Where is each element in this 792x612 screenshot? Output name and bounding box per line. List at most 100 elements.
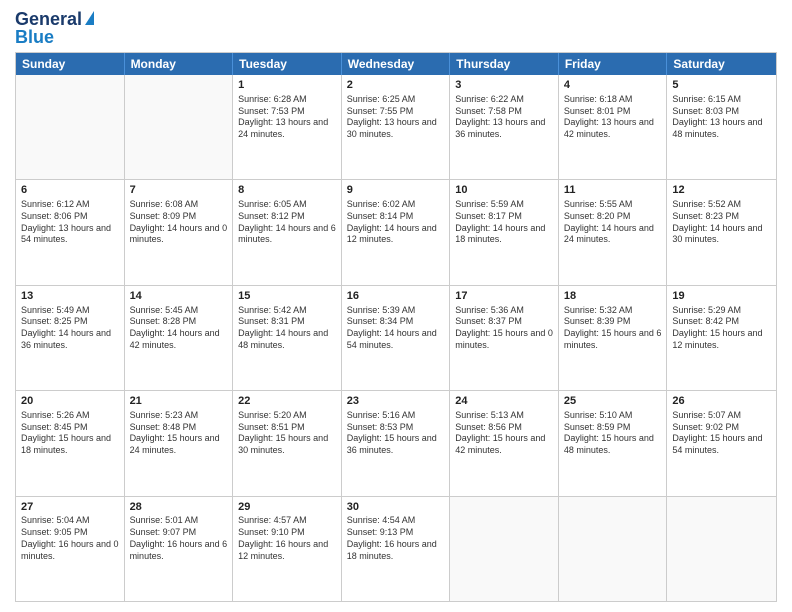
calendar-cell: 4Sunrise: 6:18 AM Sunset: 8:01 PM Daylig… [559,75,668,179]
day-info: Sunrise: 5:23 AM Sunset: 8:48 PM Dayligh… [130,410,228,457]
calendar-cell: 8Sunrise: 6:05 AM Sunset: 8:12 PM Daylig… [233,180,342,284]
day-number: 23 [347,394,445,409]
calendar-cell: 19Sunrise: 5:29 AM Sunset: 8:42 PM Dayli… [667,286,776,390]
calendar-cell: 10Sunrise: 5:59 AM Sunset: 8:17 PM Dayli… [450,180,559,284]
day-number: 27 [21,500,119,515]
day-number: 20 [21,394,119,409]
logo-triangle-icon [85,11,94,25]
calendar-cell: 27Sunrise: 5:04 AM Sunset: 9:05 PM Dayli… [16,497,125,601]
calendar-cell: 20Sunrise: 5:26 AM Sunset: 8:45 PM Dayli… [16,391,125,495]
day-info: Sunrise: 6:08 AM Sunset: 8:09 PM Dayligh… [130,199,228,246]
day-info: Sunrise: 5:07 AM Sunset: 9:02 PM Dayligh… [672,410,771,457]
calendar-cell: 30Sunrise: 4:54 AM Sunset: 9:13 PM Dayli… [342,497,451,601]
calendar-body: 1Sunrise: 6:28 AM Sunset: 7:53 PM Daylig… [16,75,776,601]
calendar-cell: 24Sunrise: 5:13 AM Sunset: 8:56 PM Dayli… [450,391,559,495]
calendar-cell: 28Sunrise: 5:01 AM Sunset: 9:07 PM Dayli… [125,497,234,601]
day-number: 13 [21,289,119,304]
calendar-cell: 21Sunrise: 5:23 AM Sunset: 8:48 PM Dayli… [125,391,234,495]
day-header-sunday: Sunday [16,53,125,75]
day-number: 18 [564,289,662,304]
day-number: 24 [455,394,553,409]
calendar-cell: 17Sunrise: 5:36 AM Sunset: 8:37 PM Dayli… [450,286,559,390]
day-info: Sunrise: 5:26 AM Sunset: 8:45 PM Dayligh… [21,410,119,457]
calendar-cell: 23Sunrise: 5:16 AM Sunset: 8:53 PM Dayli… [342,391,451,495]
calendar-cell: 14Sunrise: 5:45 AM Sunset: 8:28 PM Dayli… [125,286,234,390]
calendar-cell [450,497,559,601]
logo-blue: Blue [15,28,54,46]
calendar-cell: 12Sunrise: 5:52 AM Sunset: 8:23 PM Dayli… [667,180,776,284]
day-number: 25 [564,394,662,409]
day-info: Sunrise: 6:28 AM Sunset: 7:53 PM Dayligh… [238,94,336,141]
calendar-week-3: 13Sunrise: 5:49 AM Sunset: 8:25 PM Dayli… [16,286,776,391]
calendar-cell [559,497,668,601]
calendar-cell [667,497,776,601]
day-number: 1 [238,78,336,93]
day-info: Sunrise: 5:10 AM Sunset: 8:59 PM Dayligh… [564,410,662,457]
day-number: 4 [564,78,662,93]
calendar-cell: 7Sunrise: 6:08 AM Sunset: 8:09 PM Daylig… [125,180,234,284]
day-info: Sunrise: 5:52 AM Sunset: 8:23 PM Dayligh… [672,199,771,246]
day-header-tuesday: Tuesday [233,53,342,75]
day-info: Sunrise: 5:29 AM Sunset: 8:42 PM Dayligh… [672,305,771,352]
day-info: Sunrise: 6:25 AM Sunset: 7:55 PM Dayligh… [347,94,445,141]
day-number: 10 [455,183,553,198]
calendar-cell: 5Sunrise: 6:15 AM Sunset: 8:03 PM Daylig… [667,75,776,179]
calendar-cell: 13Sunrise: 5:49 AM Sunset: 8:25 PM Dayli… [16,286,125,390]
calendar-cell: 16Sunrise: 5:39 AM Sunset: 8:34 PM Dayli… [342,286,451,390]
calendar-cell: 1Sunrise: 6:28 AM Sunset: 7:53 PM Daylig… [233,75,342,179]
day-header-wednesday: Wednesday [342,53,451,75]
day-info: Sunrise: 5:13 AM Sunset: 8:56 PM Dayligh… [455,410,553,457]
day-number: 21 [130,394,228,409]
day-info: Sunrise: 6:05 AM Sunset: 8:12 PM Dayligh… [238,199,336,246]
calendar-cell: 2Sunrise: 6:25 AM Sunset: 7:55 PM Daylig… [342,75,451,179]
day-number: 3 [455,78,553,93]
day-number: 12 [672,183,771,198]
calendar-cell: 18Sunrise: 5:32 AM Sunset: 8:39 PM Dayli… [559,286,668,390]
day-number: 6 [21,183,119,198]
calendar-cell: 22Sunrise: 5:20 AM Sunset: 8:51 PM Dayli… [233,391,342,495]
day-info: Sunrise: 5:42 AM Sunset: 8:31 PM Dayligh… [238,305,336,352]
day-info: Sunrise: 5:32 AM Sunset: 8:39 PM Dayligh… [564,305,662,352]
day-header-monday: Monday [125,53,234,75]
calendar-cell: 6Sunrise: 6:12 AM Sunset: 8:06 PM Daylig… [16,180,125,284]
day-info: Sunrise: 6:18 AM Sunset: 8:01 PM Dayligh… [564,94,662,141]
day-number: 16 [347,289,445,304]
calendar-week-2: 6Sunrise: 6:12 AM Sunset: 8:06 PM Daylig… [16,180,776,285]
calendar-week-5: 27Sunrise: 5:04 AM Sunset: 9:05 PM Dayli… [16,497,776,601]
day-number: 19 [672,289,771,304]
day-info: Sunrise: 4:54 AM Sunset: 9:13 PM Dayligh… [347,515,445,562]
calendar-cell: 26Sunrise: 5:07 AM Sunset: 9:02 PM Dayli… [667,391,776,495]
day-info: Sunrise: 5:49 AM Sunset: 8:25 PM Dayligh… [21,305,119,352]
day-info: Sunrise: 6:22 AM Sunset: 7:58 PM Dayligh… [455,94,553,141]
calendar-week-1: 1Sunrise: 6:28 AM Sunset: 7:53 PM Daylig… [16,75,776,180]
day-number: 5 [672,78,771,93]
day-number: 2 [347,78,445,93]
calendar: SundayMondayTuesdayWednesdayThursdayFrid… [15,52,777,602]
day-number: 28 [130,500,228,515]
day-info: Sunrise: 4:57 AM Sunset: 9:10 PM Dayligh… [238,515,336,562]
calendar-cell: 3Sunrise: 6:22 AM Sunset: 7:58 PM Daylig… [450,75,559,179]
day-number: 22 [238,394,336,409]
day-info: Sunrise: 5:36 AM Sunset: 8:37 PM Dayligh… [455,305,553,352]
calendar-cell [16,75,125,179]
header: General Blue [15,10,777,46]
day-number: 7 [130,183,228,198]
day-number: 17 [455,289,553,304]
day-number: 14 [130,289,228,304]
day-info: Sunrise: 5:55 AM Sunset: 8:20 PM Dayligh… [564,199,662,246]
calendar-cell [125,75,234,179]
day-header-saturday: Saturday [667,53,776,75]
calendar-cell: 11Sunrise: 5:55 AM Sunset: 8:20 PM Dayli… [559,180,668,284]
calendar-week-4: 20Sunrise: 5:26 AM Sunset: 8:45 PM Dayli… [16,391,776,496]
calendar-cell: 15Sunrise: 5:42 AM Sunset: 8:31 PM Dayli… [233,286,342,390]
day-number: 15 [238,289,336,304]
day-header-thursday: Thursday [450,53,559,75]
calendar-cell: 9Sunrise: 6:02 AM Sunset: 8:14 PM Daylig… [342,180,451,284]
logo-general: General [15,10,82,28]
day-info: Sunrise: 6:12 AM Sunset: 8:06 PM Dayligh… [21,199,119,246]
day-info: Sunrise: 5:04 AM Sunset: 9:05 PM Dayligh… [21,515,119,562]
day-number: 26 [672,394,771,409]
day-info: Sunrise: 6:15 AM Sunset: 8:03 PM Dayligh… [672,94,771,141]
day-info: Sunrise: 5:01 AM Sunset: 9:07 PM Dayligh… [130,515,228,562]
day-number: 9 [347,183,445,198]
